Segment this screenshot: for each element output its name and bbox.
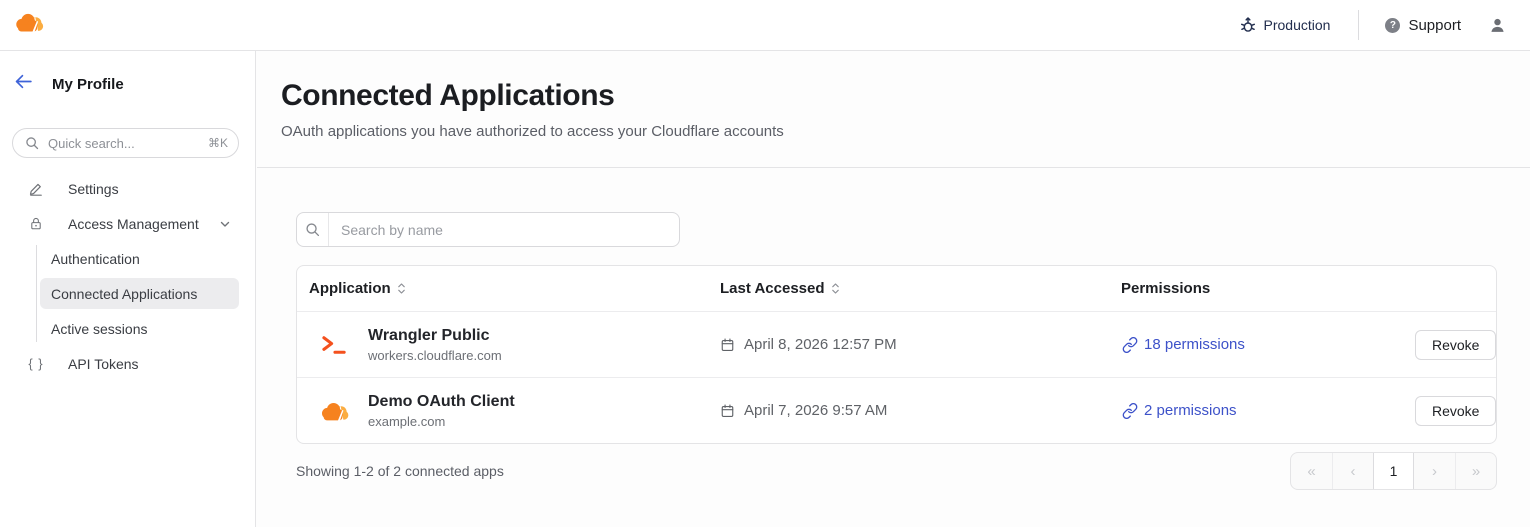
table-row: Demo OAuth Client example.com April 7, 2… — [297, 378, 1496, 443]
last-accessed-value: April 7, 2026 9:57 AM — [744, 402, 888, 419]
results-summary: Showing 1-2 of 2 connected apps — [296, 463, 504, 479]
table-search-box[interactable] — [296, 212, 680, 247]
sort-icon[interactable] — [397, 282, 406, 295]
sidebar-item-connected-applications[interactable]: Connected Applications — [0, 276, 255, 311]
keyboard-shortcut-hint: ⌘K — [207, 136, 228, 150]
permissions-cell: 18 permissions — [1121, 336, 1415, 353]
support-link[interactable]: ? Support — [1385, 17, 1461, 34]
action-cell: Revoke — [1415, 395, 1496, 426]
permissions-link[interactable]: 18 permissions — [1144, 336, 1245, 353]
application-domain: workers.cloudflare.com — [368, 348, 502, 363]
search-icon — [297, 213, 329, 246]
user-menu-button[interactable] — [1489, 17, 1506, 34]
main-content: Connected Applications OAuth application… — [257, 51, 1530, 527]
column-header-application: Application — [297, 280, 720, 297]
sidebar: My Profile ⌘K Settings — [0, 0, 256, 527]
sidebar-item-label: Authentication — [51, 250, 140, 267]
table-header-row: Application Last Accessed Permissions — [297, 266, 1496, 312]
pagination-last-button[interactable]: » — [1455, 453, 1496, 489]
quick-search-box[interactable]: ⌘K — [12, 128, 239, 158]
help-icon: ? — [1385, 17, 1401, 33]
quick-search-input[interactable] — [48, 135, 208, 151]
column-header-last-accessed: Last Accessed — [720, 280, 1121, 297]
pagination-next-button[interactable]: › — [1414, 453, 1455, 489]
pagination: « ‹ 1 › » — [1290, 452, 1497, 490]
search-icon — [25, 136, 39, 150]
link-icon — [1122, 336, 1138, 353]
topbar-divider — [1358, 10, 1360, 40]
sidebar-item-label: Connected Applications — [51, 285, 198, 302]
application-cell: Wrangler Public workers.cloudflare.com — [297, 326, 720, 363]
link-icon — [1122, 402, 1138, 419]
pagination-current-page[interactable]: 1 — [1373, 453, 1414, 489]
last-accessed-value: April 8, 2026 12:57 PM — [744, 336, 897, 353]
pagination-prev-button[interactable]: ‹ — [1332, 453, 1373, 489]
cloudflare-logo-icon[interactable] — [13, 11, 44, 37]
page-header: Connected Applications OAuth application… — [257, 51, 1530, 168]
sidebar-item-label: API Tokens — [68, 355, 139, 372]
revoke-button[interactable]: Revoke — [1415, 329, 1496, 360]
sidebar-item-label: Active sessions — [51, 320, 148, 337]
permissions-cell: 2 permissions — [1121, 402, 1415, 419]
table-footer: Showing 1-2 of 2 connected apps « ‹ 1 › … — [296, 451, 1497, 491]
calendar-icon — [720, 403, 735, 419]
revoke-button[interactable]: Revoke — [1415, 395, 1496, 426]
sidebar-item-api-tokens[interactable]: { } API Tokens — [0, 346, 255, 381]
connected-apps-table: Application Last Accessed Permissions Wr… — [296, 265, 1497, 444]
application-name: Wrangler Public — [368, 327, 490, 344]
curly-braces-icon: { } — [28, 356, 44, 371]
top-bar: Production ? Support — [0, 0, 1530, 51]
action-cell: Revoke — [1415, 329, 1496, 360]
cloudflare-icon — [319, 400, 349, 421]
table-row: Wrangler Public workers.cloudflare.com A… — [297, 312, 1496, 378]
application-domain: example.com — [368, 414, 446, 429]
terminal-icon — [319, 334, 349, 356]
sort-icon[interactable] — [831, 282, 840, 295]
environment-switcher[interactable]: Production — [1239, 16, 1331, 34]
sidebar-title: My Profile — [52, 75, 124, 93]
sidebar-item-access-management[interactable]: Access Management — [0, 206, 255, 241]
page-subtitle: OAuth applications you have authorized t… — [281, 123, 784, 140]
application-name: Demo OAuth Client — [368, 393, 515, 410]
permissions-link[interactable]: 2 permissions — [1144, 402, 1237, 419]
table-search-input[interactable] — [329, 213, 679, 246]
sidebar-header: My Profile — [0, 71, 255, 97]
chevron-down-icon — [219, 218, 231, 230]
pencil-icon — [28, 181, 44, 197]
sidebar-item-label: Access Management — [68, 215, 199, 232]
sidebar-item-active-sessions[interactable]: Active sessions — [0, 311, 255, 346]
last-accessed-cell: April 7, 2026 9:57 AM — [720, 402, 1121, 419]
environment-label: Production — [1263, 17, 1331, 33]
support-label: Support — [1408, 16, 1461, 34]
sidebar-nav: Settings Access Management Authenticatio — [0, 171, 255, 381]
sidebar-item-authentication[interactable]: Authentication — [0, 241, 255, 276]
application-cell: Demo OAuth Client example.com — [297, 392, 720, 429]
debug-environment-icon — [1239, 16, 1257, 34]
access-management-subgroup: Authentication Connected Applications Ac… — [0, 241, 255, 346]
back-arrow-icon[interactable] — [14, 73, 33, 95]
sidebar-item-label: Settings — [68, 180, 119, 197]
pagination-first-button[interactable]: « — [1291, 453, 1332, 489]
user-avatar-icon — [1489, 17, 1506, 34]
page-title: Connected Applications — [281, 79, 615, 112]
sidebar-item-settings[interactable]: Settings — [0, 171, 255, 206]
last-accessed-cell: April 8, 2026 12:57 PM — [720, 336, 1121, 353]
column-header-permissions: Permissions — [1121, 280, 1211, 297]
calendar-icon — [720, 337, 735, 353]
lock-icon — [28, 216, 44, 231]
